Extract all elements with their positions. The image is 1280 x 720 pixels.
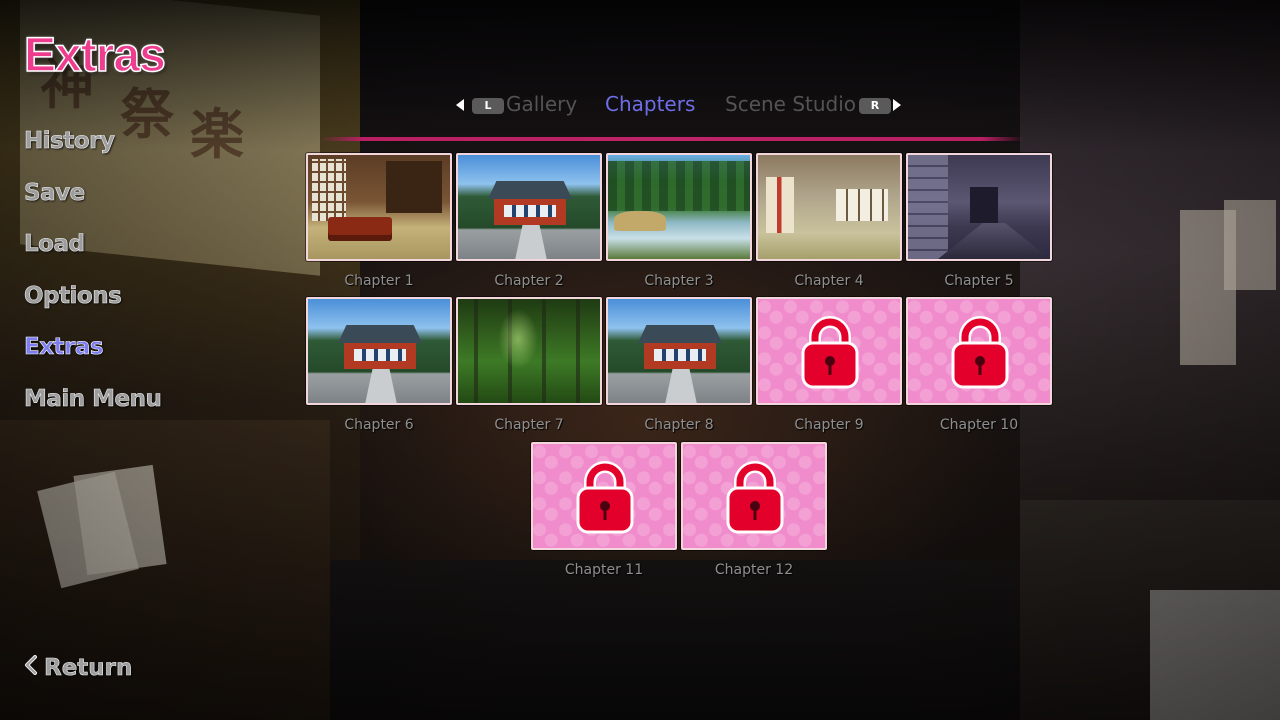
- chapter-10-label: Chapter 10: [939, 417, 1019, 433]
- chapter-11-label: Chapter 11: [564, 562, 644, 578]
- shrine-image: [308, 299, 450, 403]
- chapter-3-label: Chapter 3: [644, 273, 714, 289]
- return-button[interactable]: Return: [24, 652, 133, 684]
- lock-icon: [726, 461, 784, 534]
- locked-tile: [758, 299, 900, 403]
- menu-item-extras[interactable]: Extras: [24, 330, 161, 382]
- menu-item-save[interactable]: Save: [24, 176, 161, 228]
- right-sign: [1224, 200, 1276, 290]
- tab-gallery[interactable]: Gallery: [506, 92, 577, 116]
- shrine-image: [458, 155, 600, 259]
- banner-glyph: 楽: [190, 102, 244, 166]
- chapter-5-label: Chapter 5: [944, 273, 1014, 289]
- screen-title: Extras: [23, 28, 166, 83]
- chapter-5-thumbnail[interactable]: [906, 153, 1052, 261]
- forest-river-image: [608, 155, 750, 259]
- chevron-left-icon: [24, 652, 38, 684]
- tab-underline: [320, 137, 1024, 141]
- prev-tab-arrow-icon[interactable]: [456, 99, 464, 111]
- chapter-1-label: Chapter 1: [344, 273, 414, 289]
- right-stall: [1020, 0, 1280, 720]
- menu-board: [73, 464, 167, 576]
- chapter-7-thumbnail[interactable]: [456, 297, 602, 405]
- right-counter: [1020, 500, 1280, 720]
- tab-bar: L Gallery Chapters Scene Studio R: [456, 92, 906, 122]
- chapter-8-thumbnail[interactable]: [606, 297, 752, 405]
- japanese-room-image: [308, 155, 450, 259]
- menu-item-main-menu[interactable]: Main Menu: [24, 382, 163, 434]
- chapter-2-thumbnail[interactable]: [456, 153, 602, 261]
- side-menu: History Save Load Options Extras Main Me…: [24, 124, 163, 434]
- locked-tile: [683, 444, 825, 548]
- shrine-image: [608, 299, 750, 403]
- tab-scene-studio[interactable]: Scene Studio: [725, 92, 856, 116]
- chapter-4-thumbnail[interactable]: [756, 153, 902, 261]
- chapter-6-thumbnail[interactable]: [306, 297, 452, 405]
- chapter-4-label: Chapter 4: [794, 273, 864, 289]
- chapter-11-thumbnail[interactable]: [531, 442, 677, 550]
- chapter-7-label: Chapter 7: [494, 417, 564, 433]
- lock-icon: [951, 316, 1009, 389]
- chapter-10-thumbnail[interactable]: [906, 297, 1052, 405]
- chapter-2-label: Chapter 2: [494, 273, 564, 289]
- deep-forest-image: [458, 299, 600, 403]
- right-sign: [1180, 210, 1236, 365]
- lock-icon: [801, 316, 859, 389]
- floor: [330, 560, 1020, 720]
- tatami-room-image: [758, 155, 900, 259]
- tab-chapters[interactable]: Chapters: [605, 92, 695, 116]
- chapter-9-label: Chapter 9: [794, 417, 864, 433]
- menu-item-options[interactable]: Options: [24, 279, 161, 331]
- chapter-12-label: Chapter 12: [714, 562, 794, 578]
- locked-tile: [908, 299, 1050, 403]
- chapter-6-label: Chapter 6: [344, 417, 414, 433]
- menu-item-load[interactable]: Load: [24, 227, 161, 279]
- corridor-image: [908, 155, 1050, 259]
- chapter-12-thumbnail[interactable]: [681, 442, 827, 550]
- chapter-8-label: Chapter 8: [644, 417, 714, 433]
- return-label: Return: [44, 655, 133, 682]
- chapter-1-thumbnail[interactable]: [306, 153, 452, 261]
- chapter-3-thumbnail[interactable]: [606, 153, 752, 261]
- r-key-badge: R: [859, 98, 891, 114]
- top-shade: [0, 0, 1280, 150]
- chapter-9-thumbnail[interactable]: [756, 297, 902, 405]
- lock-icon: [576, 461, 634, 534]
- menu-board: [37, 471, 139, 589]
- l-key-badge: L: [472, 98, 504, 114]
- menu-item-history[interactable]: History: [24, 124, 161, 176]
- next-tab-arrow-icon[interactable]: [893, 99, 901, 111]
- locked-tile: [533, 444, 675, 548]
- right-box: [1150, 590, 1280, 720]
